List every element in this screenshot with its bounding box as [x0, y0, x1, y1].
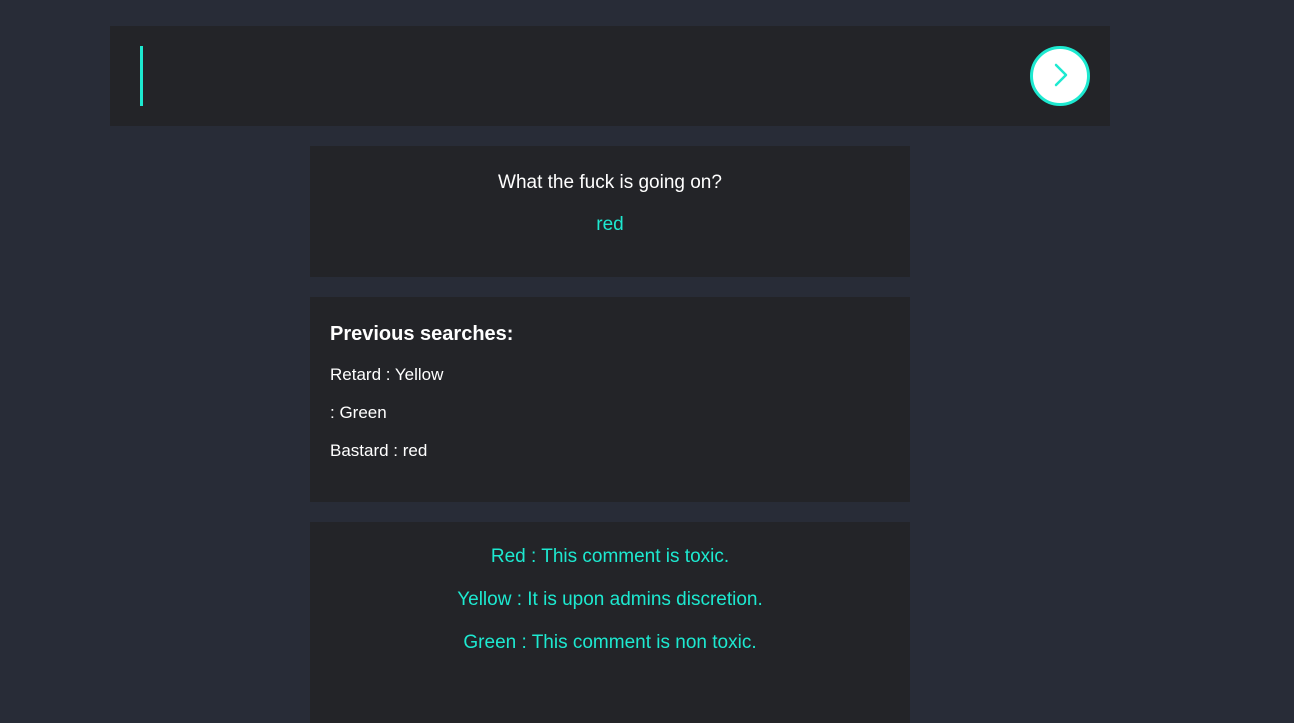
legend-item-yellow: Yellow : It is upon admins discretion. — [457, 589, 763, 610]
submit-button[interactable] — [1030, 46, 1090, 106]
previous-search-item: : Green — [330, 403, 387, 422]
page: What the fuck is going on? red Previous … — [0, 0, 1294, 723]
previous-searches-list: Retard : Yellow : Green Bastard : red — [330, 365, 890, 461]
search-input[interactable] — [140, 46, 1000, 106]
legend-item-green: Green : This comment is non toxic. — [463, 632, 757, 653]
result-query: What the fuck is going on? — [498, 172, 722, 193]
previous-search-item: Retard : Yellow — [330, 365, 444, 384]
chevron-right-icon — [1047, 62, 1073, 91]
previous-searches-title: Previous searches: — [330, 323, 514, 345]
previous-searches-card: Previous searches: Retard : Yellow : Gre… — [310, 297, 910, 502]
search-bar — [110, 26, 1110, 126]
previous-search-item: Bastard : red — [330, 441, 428, 460]
legend-item-red: Red : This comment is toxic. — [490, 546, 730, 567]
result-label: red — [596, 214, 624, 235]
legend-card: Red : This comment is toxic. Yellow : It… — [310, 522, 910, 723]
result-card: What the fuck is going on? red — [310, 146, 910, 277]
